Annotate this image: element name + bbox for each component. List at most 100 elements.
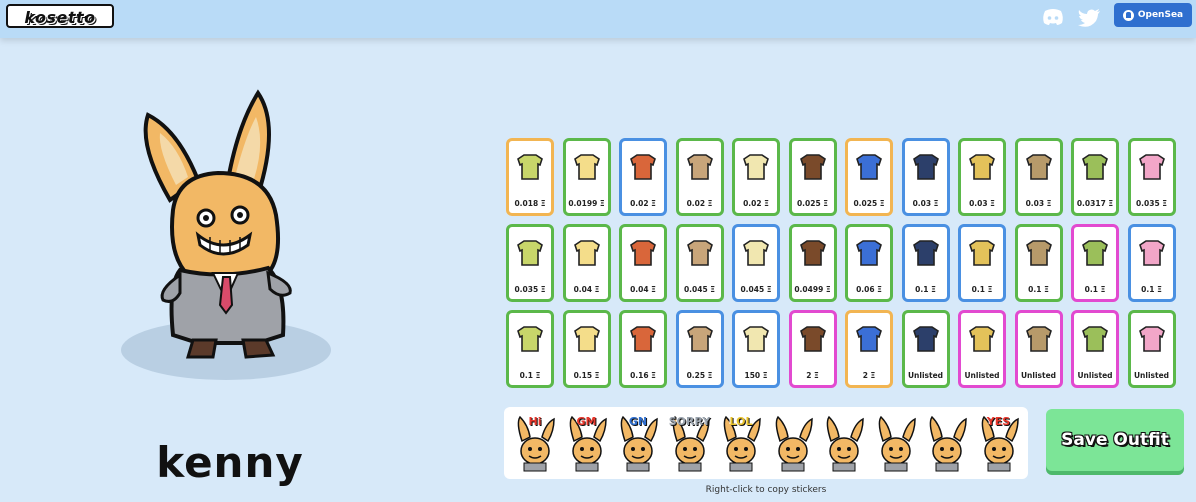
sticker[interactable] <box>770 413 816 473</box>
grey-shirt-icon <box>571 321 603 357</box>
item-price: 0.035 Ξ <box>1135 199 1168 208</box>
sticker[interactable]: SORRY <box>667 413 713 473</box>
item-price: 0.045 Ξ <box>740 285 772 294</box>
item-card[interactable]: 0.02 Ξ <box>675 138 724 216</box>
item-card[interactable]: 0.018 Ξ <box>506 138 554 216</box>
item-card[interactable]: 0.15 Ξ <box>562 310 611 388</box>
item-card[interactable]: 0.02 Ξ <box>619 138 667 216</box>
shirt-icon <box>571 149 603 185</box>
pink-skirt-icon <box>1079 321 1111 357</box>
item-card[interactable]: 0.1 Ξ <box>901 224 950 302</box>
item-price: Unlisted <box>1133 371 1170 380</box>
logo[interactable]: kosetto <box>6 4 114 28</box>
item-card[interactable]: Unlisted <box>901 310 950 388</box>
item-card[interactable]: 0.1 Ξ <box>1071 224 1119 302</box>
item-card[interactable]: 0.1 Ξ <box>1014 224 1063 302</box>
item-price: Unlisted <box>1020 371 1057 380</box>
item-card[interactable]: Unlisted <box>1014 310 1063 388</box>
vest-icon <box>1023 149 1055 185</box>
gift-box-icon <box>1136 321 1168 357</box>
item-price: 0.1 Ξ <box>915 285 936 294</box>
item-card[interactable]: 0.03 Ξ <box>958 138 1006 216</box>
pink-top-icon <box>1136 149 1168 185</box>
item-card[interactable]: 0.1 Ξ <box>506 310 554 388</box>
earrings-icon <box>1023 235 1055 271</box>
white-top-icon <box>910 321 942 357</box>
item-card[interactable]: 150 Ξ <box>732 310 780 388</box>
bucket-hat-icon <box>966 235 998 271</box>
item-price: 150 Ξ <box>744 371 768 380</box>
sticker[interactable]: YES <box>976 413 1022 473</box>
item-price: 0.03 Ξ <box>969 199 995 208</box>
item-price: 0.15 Ξ <box>573 371 600 380</box>
sticker[interactable] <box>873 413 919 473</box>
item-price: 0.018 Ξ <box>514 199 546 208</box>
item-card[interactable]: 0.0317 Ξ <box>1071 138 1119 216</box>
sticker-label: GM <box>576 415 597 428</box>
item-card[interactable]: 0.045 Ξ <box>675 224 724 302</box>
item-card[interactable]: 0.035 Ξ <box>506 224 554 302</box>
save-outfit-button[interactable]: Save Outfit <box>1046 409 1184 471</box>
sticker[interactable]: LOL <box>718 413 764 473</box>
item-card[interactable]: Unlisted <box>958 310 1006 388</box>
item-card[interactable]: 0.25 Ξ <box>675 310 724 388</box>
item-card[interactable]: 0.04 Ξ <box>562 224 611 302</box>
item-price: 0.02 Ξ <box>630 199 656 208</box>
top-bar: kosetto OpenSea <box>0 0 1196 38</box>
item-price: Unlisted <box>964 371 1000 380</box>
earrings-icon <box>1079 235 1111 271</box>
opensea-button[interactable]: OpenSea <box>1114 3 1192 27</box>
item-price: 0.02 Ξ <box>743 199 769 208</box>
item-card[interactable]: 0.16 Ξ <box>619 310 667 388</box>
item-card[interactable]: 0.03 Ξ <box>901 138 950 216</box>
item-card[interactable]: 0.025 Ξ <box>788 138 837 216</box>
item-card[interactable]: 0.0199 Ξ <box>562 138 611 216</box>
sticker-label: GN <box>628 415 648 428</box>
item-price: 2 Ξ <box>806 371 819 380</box>
item-price: 0.0499 Ξ <box>794 285 831 294</box>
item-price: 0.1 Ξ <box>1028 285 1049 294</box>
crop-top-icon <box>966 149 998 185</box>
item-card[interactable]: 2 Ξ <box>845 310 893 388</box>
sticker[interactable]: GM <box>564 413 610 473</box>
item-card[interactable]: Unlisted <box>1127 310 1176 388</box>
item-card[interactable]: 2 Ξ <box>788 310 837 388</box>
item-card[interactable]: 0.035 Ξ <box>1127 138 1176 216</box>
item-price: 0.03 Ξ <box>912 199 939 208</box>
item-card[interactable]: 0.025 Ξ <box>845 138 893 216</box>
item-card[interactable]: Unlisted <box>1071 310 1119 388</box>
item-card[interactable]: 0.02 Ξ <box>732 138 780 216</box>
item-card[interactable]: 0.0499 Ξ <box>788 224 837 302</box>
item-card[interactable]: 0.06 Ξ <box>845 224 893 302</box>
item-card[interactable]: 0.045 Ξ <box>732 224 780 302</box>
discord-icon[interactable] <box>1040 6 1066 28</box>
item-card[interactable]: 0.1 Ξ <box>1127 224 1176 302</box>
sticker[interactable] <box>924 413 970 473</box>
item-price: 0.03 Ξ <box>1025 199 1052 208</box>
bunny-ears-icon <box>853 321 885 357</box>
item-price: 0.1 Ξ <box>971 285 993 294</box>
sticker[interactable]: GN <box>615 413 661 473</box>
item-card[interactable]: 0.04 Ξ <box>619 224 667 302</box>
item-price: 0.025 Ξ <box>796 199 829 208</box>
item-price: 0.0317 Ξ <box>1076 199 1114 208</box>
cup-icon <box>1079 149 1111 185</box>
sticker[interactable]: Hi <box>512 413 558 473</box>
item-price: 0.025 Ξ <box>853 199 885 208</box>
sticker-caption: Right-click to copy stickers <box>705 485 827 495</box>
sticker-bar: Hi GM GN SORRY LOL YES <box>504 407 1028 479</box>
sticker[interactable] <box>821 413 867 473</box>
item-card[interactable]: 0.1 Ξ <box>958 224 1006 302</box>
black-top-icon <box>966 321 998 357</box>
spiral-glasses-icon <box>571 235 603 271</box>
cake-icon <box>627 321 659 357</box>
tank-top-icon <box>514 321 546 357</box>
item-card[interactable]: 0.03 Ξ <box>1014 138 1063 216</box>
item-price: 0.1 Ξ <box>1141 285 1162 294</box>
necklace-icon <box>1023 321 1055 357</box>
bra-icon <box>514 235 546 271</box>
character-name: kenny <box>156 438 304 487</box>
item-price: 0.04 Ξ <box>630 285 656 294</box>
opensea-label: OpenSea <box>1137 10 1184 20</box>
twitter-icon[interactable] <box>1077 6 1103 28</box>
